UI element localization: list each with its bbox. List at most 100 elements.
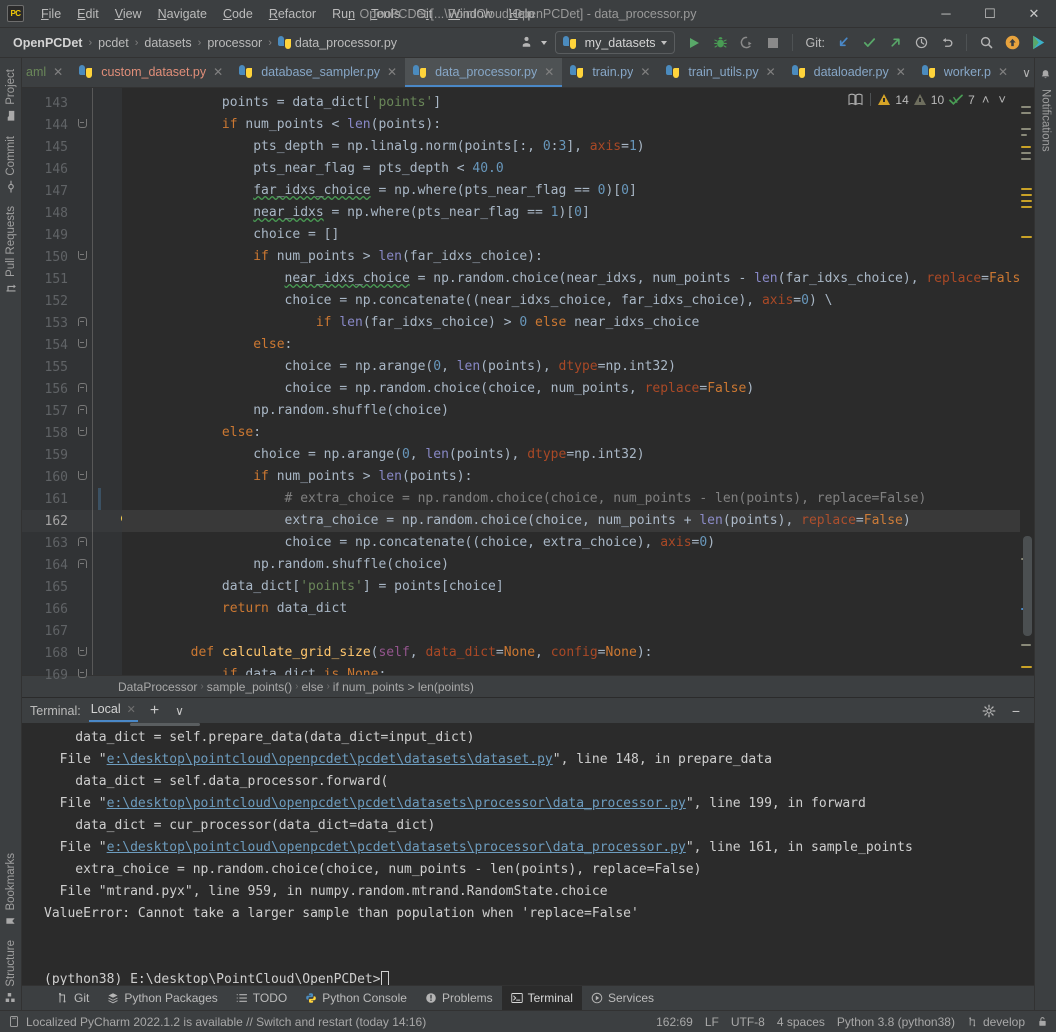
fold-marker[interactable] bbox=[74, 405, 90, 417]
editor-gutter[interactable]: 143 144 145 146 147 148 149 150 151 152 153 154 155 1… bbox=[22, 88, 129, 683]
code-line[interactable]: return data_dict bbox=[122, 598, 1020, 620]
editor-crumb-class[interactable]: DataProcessor bbox=[118, 680, 197, 694]
editor-tab-dataloader-py[interactable]: dataloader.py ✕ bbox=[784, 58, 914, 87]
status-message[interactable]: Localized PyCharm 2022.1.2 is available … bbox=[26, 1015, 426, 1029]
gutter-line[interactable]: 165 bbox=[22, 576, 122, 598]
gutter-line[interactable]: 156 bbox=[22, 378, 122, 400]
code-editor[interactable]: points = data_dict['points'] if num_poin… bbox=[122, 88, 1020, 675]
terminal-tab-local[interactable]: Local ✕ bbox=[88, 699, 138, 722]
debug-button[interactable] bbox=[709, 31, 733, 55]
git-commit-button[interactable] bbox=[857, 31, 881, 55]
terminal-file-link[interactable]: e:\desktop\pointcloud\openpcdet\pcdet\da… bbox=[107, 796, 686, 811]
close-icon[interactable]: ✕ bbox=[387, 65, 397, 79]
bottom-tab-todo[interactable]: TODO bbox=[227, 986, 296, 1010]
gear-icon[interactable] bbox=[977, 699, 1001, 723]
next-problem-button[interactable]: ˅ bbox=[996, 92, 1008, 107]
gutter-line[interactable]: 153 bbox=[22, 312, 122, 334]
fold-marker[interactable] bbox=[74, 537, 90, 549]
code-line[interactable]: else: bbox=[122, 422, 1020, 444]
sidebar-item-commit[interactable]: Commit bbox=[2, 129, 20, 200]
gutter-line[interactable]: 149 bbox=[22, 224, 122, 246]
code-line[interactable]: np.random.shuffle(choice) bbox=[122, 554, 1020, 576]
gutter-line[interactable]: 144 bbox=[22, 114, 122, 136]
code-line[interactable]: pts_near_flag = pts_depth < 40.0 bbox=[122, 158, 1020, 180]
navbar-crumb-file[interactable]: data_processor.py bbox=[273, 34, 402, 52]
menu-refactor[interactable]: Refactor bbox=[261, 3, 324, 25]
gutter-line[interactable]: 159 bbox=[22, 444, 122, 466]
maximize-button[interactable]: ☐ bbox=[968, 0, 1012, 28]
run-button[interactable] bbox=[683, 31, 707, 55]
close-icon[interactable]: ✕ bbox=[766, 65, 776, 79]
code-line[interactable]: choice = np.random.choice(choice, num_po… bbox=[122, 378, 1020, 400]
close-icon[interactable]: ✕ bbox=[544, 65, 554, 79]
code-line[interactable]: if num_points > len(far_idxs_choice): bbox=[122, 246, 1020, 268]
editor-tab-data-processor-py[interactable]: data_processor.py ✕ bbox=[405, 58, 563, 87]
bottom-tab-terminal[interactable]: Terminal bbox=[501, 986, 582, 1010]
gutter-line[interactable]: 166 bbox=[22, 598, 122, 620]
gutter-line[interactable]: 158 bbox=[22, 422, 122, 444]
gutter-line[interactable]: 155 bbox=[22, 356, 122, 378]
gutter-line[interactable]: 162 bbox=[22, 510, 129, 532]
sidebar-item-structure[interactable]: Structure bbox=[2, 933, 20, 1010]
gutter-line[interactable]: 150 bbox=[22, 246, 122, 268]
bottom-tab-python-packages[interactable]: Python Packages bbox=[98, 986, 226, 1010]
settings-sync-icon[interactable] bbox=[515, 31, 539, 55]
editor-crumb-if[interactable]: if num_points > len(points) bbox=[333, 680, 474, 694]
updates-available-button[interactable] bbox=[1000, 31, 1024, 55]
gutter-line[interactable]: 143 bbox=[22, 92, 122, 114]
code-line[interactable]: choice = [] bbox=[122, 224, 1020, 246]
close-icon[interactable]: ✕ bbox=[53, 65, 63, 79]
code-line[interactable]: if data_dict is None: bbox=[122, 664, 1020, 675]
sidebar-item-notifications[interactable]: Notifications bbox=[1037, 62, 1055, 159]
close-icon[interactable]: ✕ bbox=[213, 65, 223, 79]
ide-feature-button[interactable] bbox=[1026, 31, 1050, 55]
fold-marker[interactable] bbox=[74, 383, 90, 395]
prev-problem-button[interactable]: ˄ bbox=[980, 92, 992, 107]
menu-help[interactable]: Help bbox=[501, 3, 543, 25]
code-line[interactable]: if num_points < len(points): bbox=[122, 114, 1020, 136]
code-line[interactable]: choice = np.arange(0, len(points), dtype… bbox=[122, 444, 1020, 466]
terminal-scrollbar-thumb[interactable] bbox=[130, 723, 200, 726]
bottom-tab-git[interactable]: Git bbox=[48, 986, 98, 1010]
code-line[interactable]: choice = np.concatenate((near_idxs_choic… bbox=[122, 290, 1020, 312]
close-icon[interactable]: ✕ bbox=[127, 703, 136, 716]
menu-git[interactable]: Git bbox=[408, 3, 440, 25]
navbar-crumb-project[interactable]: OpenPCDet bbox=[8, 34, 87, 52]
gutter-line[interactable]: 167 bbox=[22, 620, 122, 642]
menu-code[interactable]: Code bbox=[215, 3, 261, 25]
gutter-line[interactable]: 168 bbox=[22, 642, 122, 664]
code-line[interactable]: # extra_choice = np.random.choice(choice… bbox=[122, 488, 1020, 510]
fold-marker[interactable] bbox=[74, 317, 90, 329]
fold-marker[interactable] bbox=[74, 251, 90, 263]
menu-tools[interactable]: Tools bbox=[363, 3, 408, 25]
code-line[interactable]: np.random.shuffle(choice) bbox=[122, 400, 1020, 422]
fold-marker[interactable] bbox=[74, 647, 90, 659]
minimize-button[interactable]: ─ bbox=[924, 0, 968, 28]
editor-tab-worker-p[interactable]: worker.p ✕ bbox=[914, 58, 1016, 87]
code-line[interactable]: if len(far_idxs_choice) > 0 else near_id… bbox=[122, 312, 1020, 334]
code-line[interactable]: if num_points > len(points): bbox=[122, 466, 1020, 488]
navbar-crumb-pcdet[interactable]: pcdet bbox=[93, 34, 134, 52]
line-separator[interactable]: LF bbox=[705, 1015, 719, 1029]
sidebar-item-project[interactable]: Project bbox=[2, 62, 20, 129]
run-with-coverage-button[interactable] bbox=[735, 31, 759, 55]
git-push-button[interactable] bbox=[883, 31, 907, 55]
editor-tab-aml[interactable]: aml ✕ bbox=[22, 58, 71, 87]
indent-setting[interactable]: 4 spaces bbox=[777, 1015, 825, 1029]
gutter-line[interactable]: 145 bbox=[22, 136, 122, 158]
gutter-line[interactable]: 151 bbox=[22, 268, 122, 290]
code-line[interactable]: near_idxs = np.where(pts_near_flag == 1)… bbox=[122, 202, 1020, 224]
gutter-line[interactable]: 146 bbox=[22, 158, 122, 180]
fold-marker[interactable] bbox=[74, 339, 90, 351]
chevron-down-icon[interactable] bbox=[540, 40, 547, 45]
git-rollback-button[interactable] bbox=[935, 31, 959, 55]
sidebar-item-bookmarks[interactable]: Bookmarks bbox=[2, 846, 20, 934]
search-everywhere-button[interactable] bbox=[974, 31, 998, 55]
code-line[interactable]: choice = np.arange(0, len(points), dtype… bbox=[122, 356, 1020, 378]
terminal-file-link[interactable]: e:\desktop\pointcloud\openpcdet\pcdet\da… bbox=[107, 840, 686, 855]
gutter-line[interactable]: 160 bbox=[22, 466, 122, 488]
code-line[interactable]: choice = np.concatenate((choice, extra_c… bbox=[122, 532, 1020, 554]
gutter-line[interactable]: 157 bbox=[22, 400, 122, 422]
code-line[interactable] bbox=[122, 620, 1020, 642]
terminal-output[interactable]: data_dict = self.prepare_data(data_dict=… bbox=[22, 723, 1034, 985]
